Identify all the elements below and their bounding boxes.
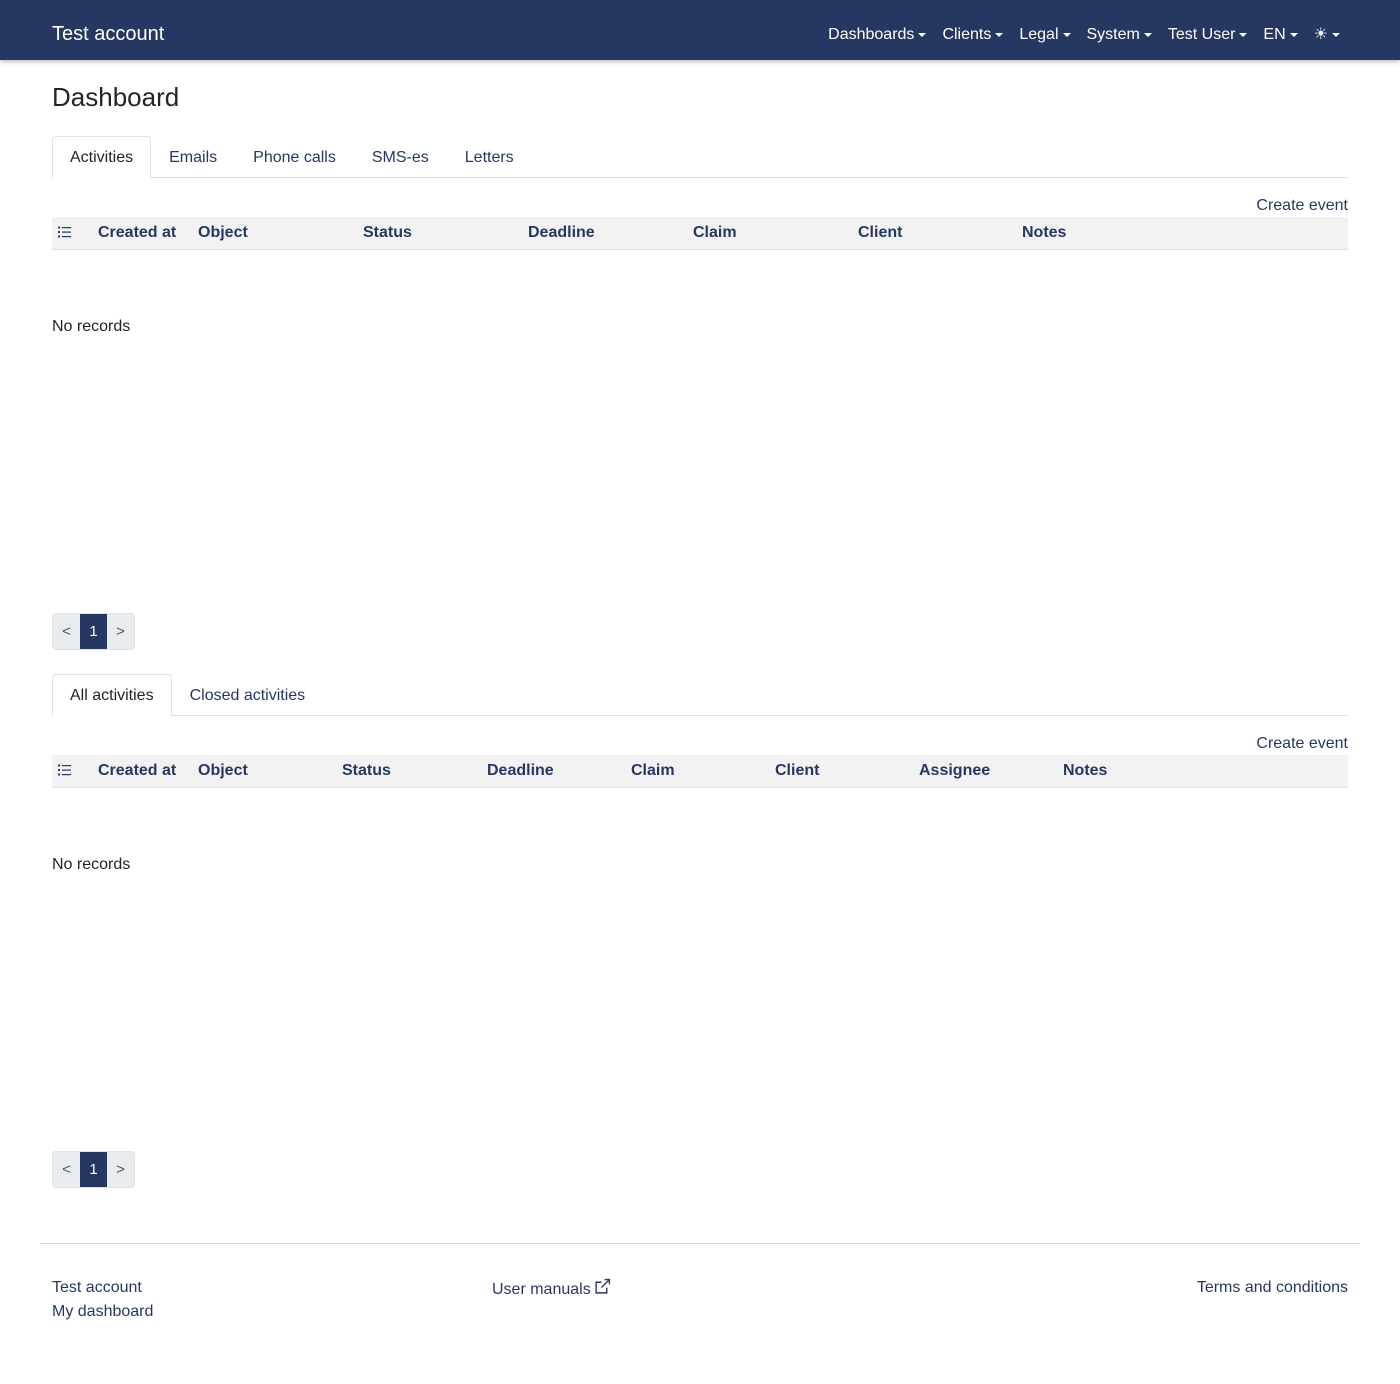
nav-language-label: EN bbox=[1263, 26, 1286, 43]
caret-down-icon bbox=[1062, 33, 1071, 37]
nav-legal-dropdown[interactable]: Legal bbox=[1019, 24, 1071, 46]
column-object[interactable]: Object bbox=[198, 762, 248, 780]
caret-down-icon bbox=[1332, 33, 1340, 37]
footer-user-manuals-link[interactable]: User manuals bbox=[492, 1278, 611, 1300]
column-object[interactable]: Object bbox=[198, 224, 248, 242]
tab-emails[interactable]: Emails bbox=[151, 136, 235, 178]
tab-closed-activities[interactable]: Closed activities bbox=[172, 674, 324, 716]
nav-system-dropdown[interactable]: System bbox=[1087, 24, 1152, 46]
activity-status-tabs: All activities Closed activities bbox=[52, 674, 1348, 717]
column-deadline[interactable]: Deadline bbox=[528, 224, 595, 242]
column-status[interactable]: Status bbox=[342, 762, 391, 780]
nav-theme-dropdown[interactable]: ☀ bbox=[1314, 24, 1340, 46]
page-title: Dashboard bbox=[52, 82, 180, 112]
pagination-page[interactable]: 1 bbox=[80, 1152, 107, 1187]
pagination-next[interactable]: > bbox=[107, 1152, 134, 1187]
caret-down-icon bbox=[1143, 33, 1152, 37]
nav-dashboards-label: Dashboards bbox=[828, 26, 915, 43]
create-event-link[interactable]: Create event bbox=[1256, 734, 1348, 754]
pagination-page[interactable]: 1 bbox=[80, 614, 107, 649]
caret-down-icon bbox=[918, 33, 927, 37]
footer-home-link[interactable]: Test account bbox=[52, 1278, 142, 1298]
nav-system-label: System bbox=[1086, 26, 1140, 43]
navbar-brand[interactable]: Test account bbox=[52, 22, 164, 46]
user-manuals-label: User manuals bbox=[492, 1281, 591, 1298]
pagination-prev[interactable]: < bbox=[53, 1152, 80, 1187]
create-event-link[interactable]: Create event bbox=[1256, 196, 1348, 216]
footer-dashboard-link[interactable]: My dashboard bbox=[52, 1302, 153, 1322]
tab-all-activities[interactable]: All activities bbox=[52, 674, 172, 717]
pagination: < 1 > bbox=[52, 1151, 135, 1188]
column-client[interactable]: Client bbox=[775, 762, 819, 780]
column-assignee[interactable]: Assignee bbox=[919, 762, 990, 780]
column-created-at[interactable]: Created at bbox=[98, 762, 176, 780]
column-client[interactable]: Client bbox=[858, 224, 902, 242]
nav-legal-label: Legal bbox=[1019, 26, 1059, 43]
footer-terms-link[interactable]: Terms and conditions bbox=[1197, 1278, 1348, 1298]
column-claim[interactable]: Claim bbox=[631, 762, 675, 780]
column-status[interactable]: Status bbox=[363, 224, 412, 242]
caret-down-icon bbox=[1289, 33, 1298, 37]
tab-letters[interactable]: Letters bbox=[447, 136, 532, 178]
column-list-icon[interactable] bbox=[58, 226, 71, 238]
column-created-at[interactable]: Created at bbox=[98, 224, 176, 242]
tab-sms[interactable]: SMS-es bbox=[354, 136, 447, 178]
empty-state-text: No records bbox=[52, 318, 131, 335]
column-notes[interactable]: Notes bbox=[1063, 762, 1107, 780]
empty-state-text: No records bbox=[52, 856, 131, 873]
nav-language-dropdown[interactable]: EN bbox=[1263, 24, 1298, 46]
nav-user-label: Test User bbox=[1167, 26, 1236, 43]
top-navbar: Test account Dashboards Clients Legal Sy… bbox=[0, 0, 1400, 60]
column-claim[interactable]: Claim bbox=[693, 224, 737, 242]
pagination: < 1 > bbox=[52, 613, 135, 650]
column-list-icon[interactable] bbox=[58, 764, 71, 776]
activity-type-tabs: Activities Emails Phone calls SMS-es Let… bbox=[52, 136, 1348, 179]
tab-activities[interactable]: Activities bbox=[52, 136, 152, 179]
tab-phone-calls[interactable]: Phone calls bbox=[235, 136, 354, 178]
caret-down-icon bbox=[1239, 33, 1248, 37]
nav-user-dropdown[interactable]: Test User bbox=[1168, 24, 1248, 46]
table-header: Created at Object Status Deadline Claim … bbox=[52, 755, 1348, 788]
caret-down-icon bbox=[995, 33, 1004, 37]
column-notes[interactable]: Notes bbox=[1022, 224, 1066, 242]
column-deadline[interactable]: Deadline bbox=[487, 762, 554, 780]
footer-divider bbox=[40, 1243, 1360, 1244]
pagination-prev[interactable]: < bbox=[53, 614, 80, 649]
pagination-next[interactable]: > bbox=[107, 614, 134, 649]
sun-icon: ☀ bbox=[1313, 26, 1328, 43]
nav-menu: Dashboards Clients Legal System Test Use… bbox=[812, 24, 1340, 46]
nav-clients-label: Clients bbox=[942, 26, 992, 43]
nav-clients-dropdown[interactable]: Clients bbox=[942, 24, 1004, 46]
table-header: Created at Object Status Deadline Claim … bbox=[52, 217, 1348, 250]
external-link-icon bbox=[595, 1278, 610, 1294]
nav-dashboards-dropdown[interactable]: Dashboards bbox=[828, 24, 927, 46]
